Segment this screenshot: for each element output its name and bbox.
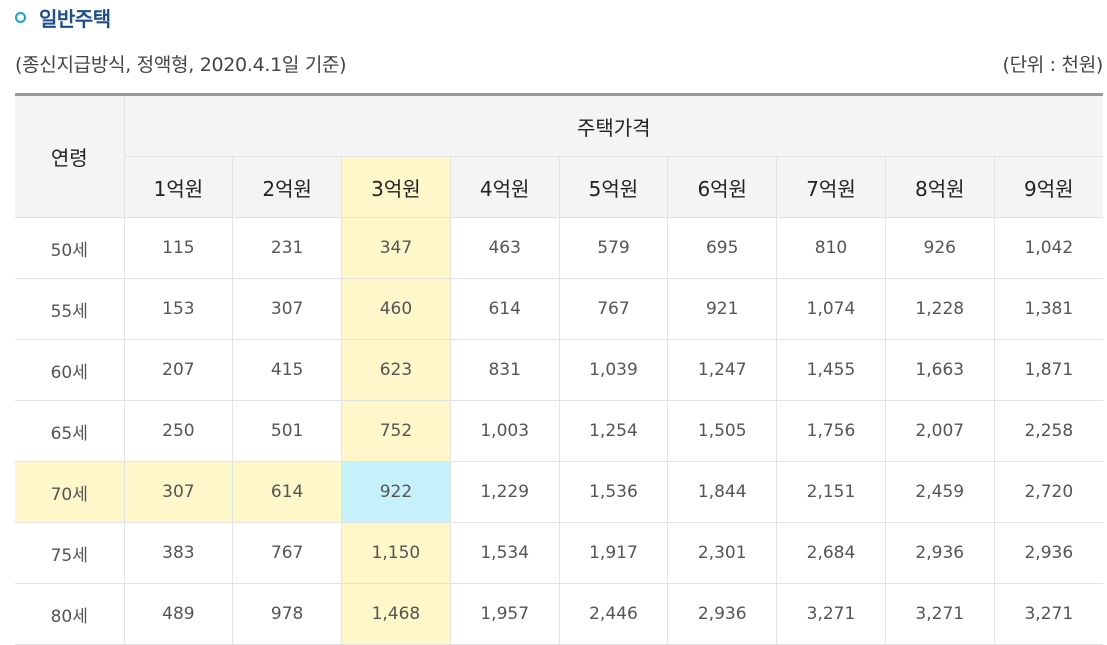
amount-cell: 1,468 (341, 583, 451, 645)
amount-cell: 922 (341, 461, 451, 523)
price-column-header: 2억원 (232, 156, 343, 218)
amount-cell: 921 (667, 278, 778, 340)
amount-cell: 1,917 (559, 522, 669, 584)
table-row: 65세 250 501 752 1,003 1,254 1,505 1,756 2,007 2,2… (15, 400, 1103, 462)
amount-cell: 1,247 (667, 339, 778, 401)
amount-cell: 2,258 (994, 400, 1103, 462)
amount-cell: 1,254 (559, 400, 669, 462)
amount-cell: 978 (232, 583, 343, 645)
section-title: 일반주택 (39, 6, 111, 31)
amount-cell: 695 (667, 217, 778, 279)
amount-cell: 2,459 (885, 461, 995, 523)
amount-cell: 579 (559, 217, 669, 279)
amount-cell: 2,007 (885, 400, 995, 462)
price-column-header: 6억원 (667, 156, 778, 218)
age-cell: 70세 (15, 461, 125, 523)
amount-cell: 1,228 (885, 278, 995, 340)
section-heading: 일반주택 (14, 2, 111, 32)
price-column-header: 5억원 (559, 156, 669, 218)
amount-cell: 1,663 (885, 339, 995, 401)
unit-note: (단위 : 천원) (1002, 53, 1103, 76)
table-row: 70세 307 614 922 1,229 1,536 1,844 2,151 2,459 2,7… (15, 461, 1103, 523)
amount-cell: 831 (450, 339, 560, 401)
amount-cell: 3,271 (994, 583, 1103, 645)
price-column-header: 1억원 (124, 156, 234, 218)
amount-cell: 1,039 (559, 339, 669, 401)
amount-cell: 2,936 (667, 583, 778, 645)
amount-cell: 2,301 (667, 522, 778, 584)
amount-cell: 307 (124, 461, 234, 523)
amount-cell: 623 (341, 339, 451, 401)
amount-cell: 1,150 (341, 522, 451, 584)
amount-cell: 2,446 (559, 583, 669, 645)
amount-cell: 926 (885, 217, 995, 279)
age-cell: 65세 (15, 400, 125, 462)
pension-table: 연령 주택가격 1억원 2억원 3억원 4억원 5억원 6억원 7억원 8억원 9억원 50세 1… (15, 93, 1103, 645)
amount-cell: 1,871 (994, 339, 1103, 401)
amount-cell: 3,271 (885, 583, 995, 645)
table-row: 50세 115 231 347 463 579 695 810 926 1,042 (15, 217, 1103, 279)
amount-cell: 767 (559, 278, 669, 340)
age-cell: 60세 (15, 339, 125, 401)
amount-cell: 231 (232, 217, 343, 279)
amount-cell: 2,151 (776, 461, 886, 523)
amount-cell: 1,536 (559, 461, 669, 523)
amount-cell: 1,003 (450, 400, 560, 462)
amount-cell: 1,756 (776, 400, 886, 462)
age-header: 연령 (15, 94, 125, 218)
amount-cell: 115 (124, 217, 234, 279)
amount-cell: 1,381 (994, 278, 1103, 340)
amount-cell: 1,042 (994, 217, 1103, 279)
age-cell: 55세 (15, 278, 125, 340)
amount-cell: 810 (776, 217, 886, 279)
amount-cell: 2,936 (885, 522, 995, 584)
amount-cell: 767 (232, 522, 343, 584)
amount-cell: 463 (450, 217, 560, 279)
amount-cell: 1,229 (450, 461, 560, 523)
amount-cell: 1,957 (450, 583, 560, 645)
table-meta: (종신지급방식, 정액형, 2020.4.1일 기준) (단위 : 천원) (15, 48, 1103, 78)
table-row: 80세 489 978 1,468 1,957 2,446 2,936 3,271 3,271 3… (15, 583, 1103, 645)
amount-cell: 207 (124, 339, 234, 401)
price-column-header: 3억원 (341, 156, 451, 218)
price-column-header: 8억원 (885, 156, 995, 218)
basis-note: (종신지급방식, 정액형, 2020.4.1일 기준) (15, 53, 347, 76)
amount-cell: 752 (341, 400, 451, 462)
amount-cell: 383 (124, 522, 234, 584)
circle-bullet-icon (15, 11, 26, 23)
amount-cell: 2,684 (776, 522, 886, 584)
price-column-header: 4억원 (450, 156, 560, 218)
amount-cell: 460 (341, 278, 451, 340)
amount-cell: 614 (232, 461, 343, 523)
amount-cell: 1,844 (667, 461, 778, 523)
amount-cell: 3,271 (776, 583, 886, 645)
amount-cell: 153 (124, 278, 234, 340)
amount-cell: 1,534 (450, 522, 560, 584)
amount-cell: 307 (232, 278, 343, 340)
amount-cell: 2,720 (994, 461, 1103, 523)
amount-cell: 347 (341, 217, 451, 279)
price-column-header: 7억원 (776, 156, 886, 218)
amount-cell: 489 (124, 583, 234, 645)
amount-cell: 501 (232, 400, 343, 462)
amount-cell: 1,074 (776, 278, 886, 340)
price-column-header: 9억원 (994, 156, 1103, 218)
price-header: 주택가격 (124, 94, 1103, 157)
amount-cell: 614 (450, 278, 560, 340)
age-cell: 80세 (15, 583, 125, 645)
table-row: 55세 153 307 460 614 767 921 1,074 1,228 1,381 (15, 278, 1103, 340)
amount-cell: 2,936 (994, 522, 1103, 584)
amount-cell: 415 (232, 339, 343, 401)
amount-cell: 250 (124, 400, 234, 462)
age-cell: 75세 (15, 522, 125, 584)
table-row: 75세 383 767 1,150 1,534 1,917 2,301 2,684 2,936 2… (15, 522, 1103, 584)
amount-cell: 1,455 (776, 339, 886, 401)
table-row: 60세 207 415 623 831 1,039 1,247 1,455 1,663 1,871 (15, 339, 1103, 401)
amount-cell: 1,505 (667, 400, 778, 462)
age-cell: 50세 (15, 217, 125, 279)
